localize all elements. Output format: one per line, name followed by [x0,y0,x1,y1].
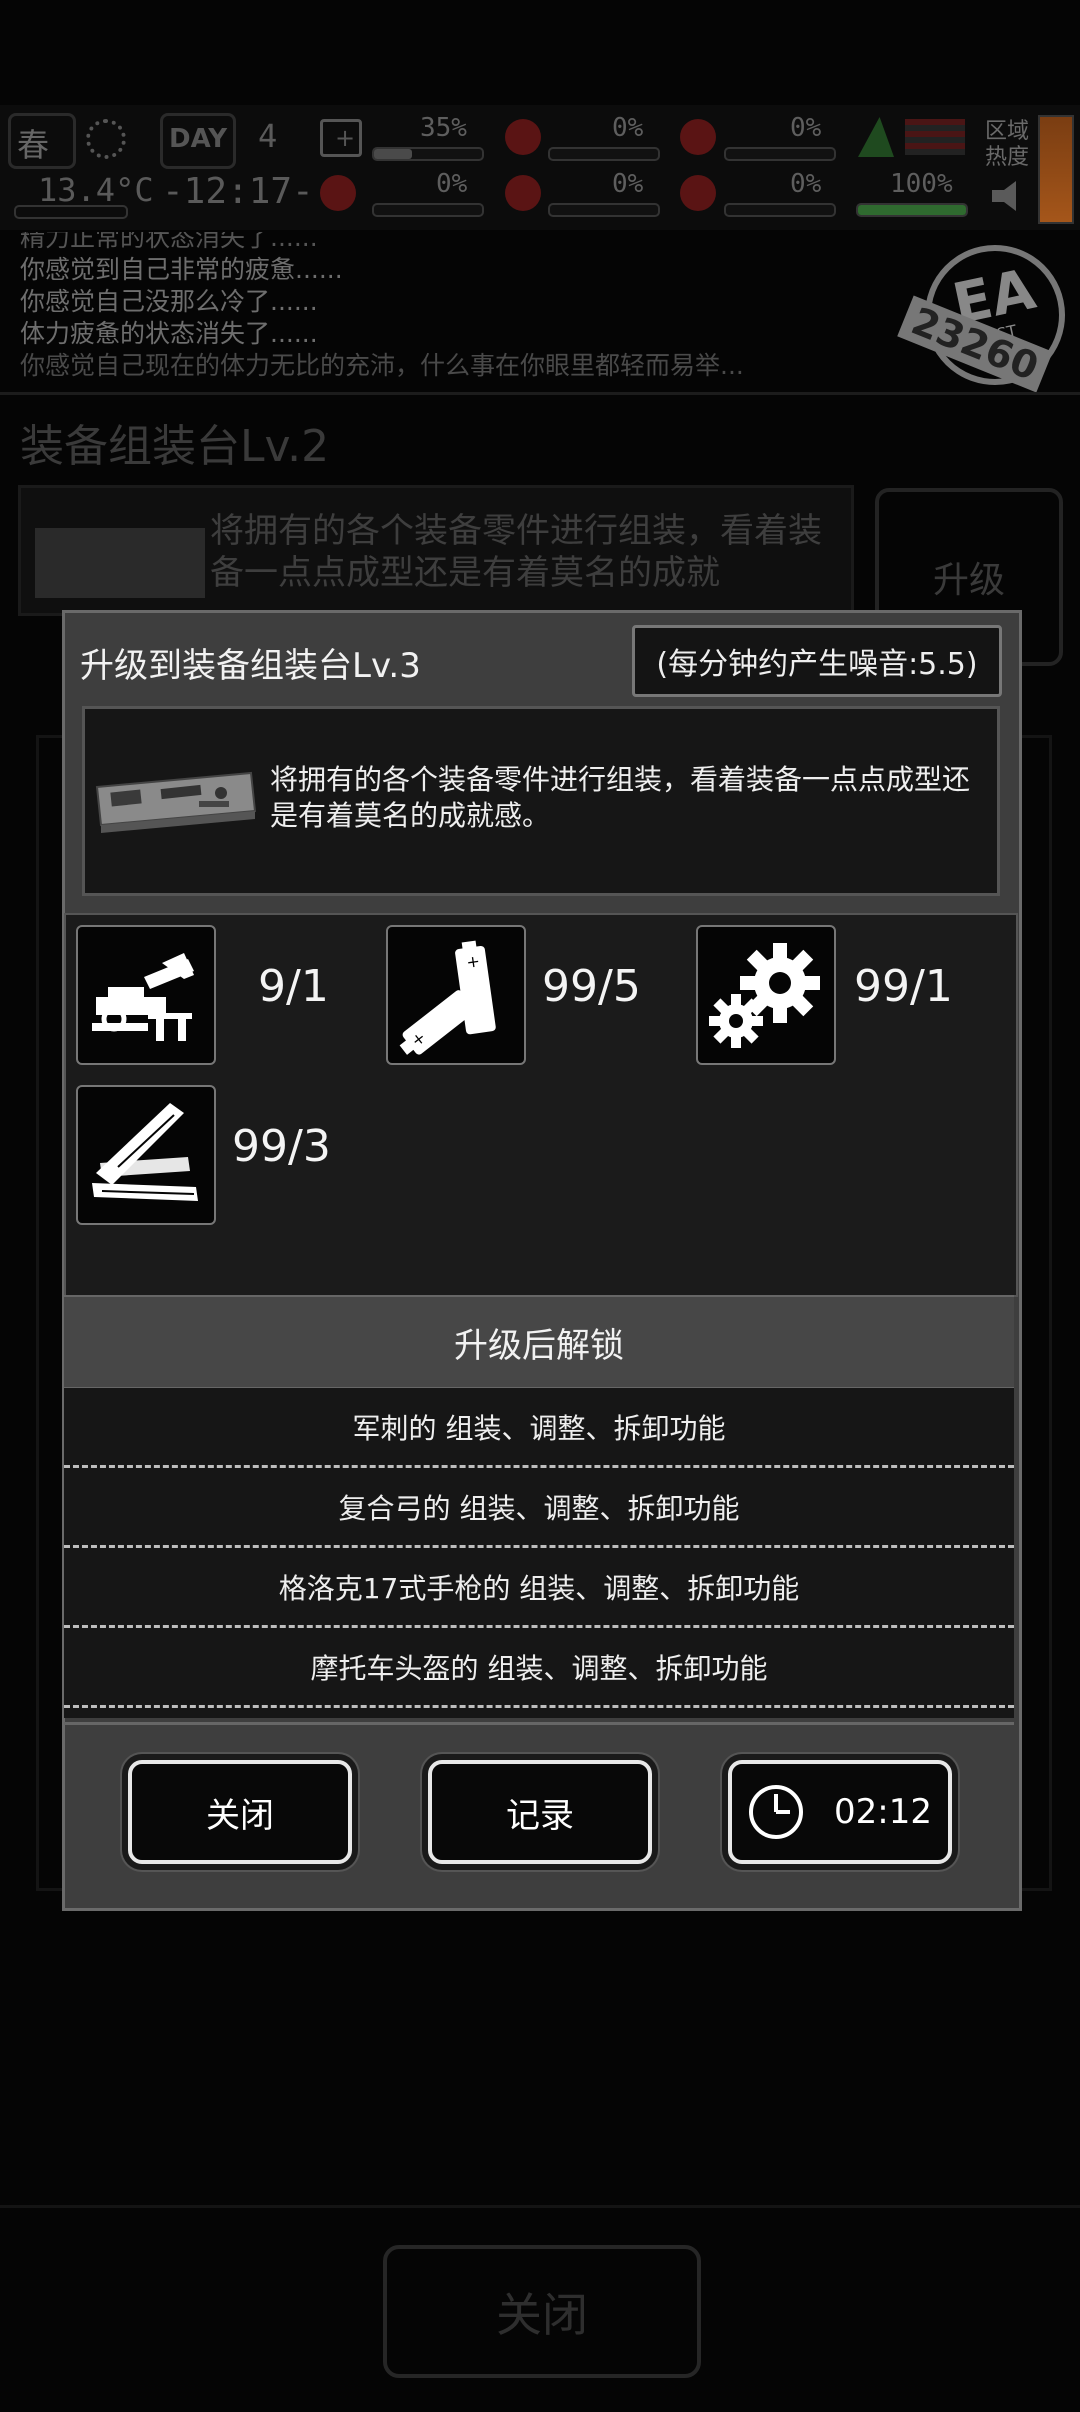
background-bottom-divider [0,2205,1080,2208]
dialog-footer-divider [64,1722,1014,1725]
unlock-list: 军刺的 组装、调整、拆卸功能 复合弓的 组装、调整、拆卸功能 格洛克17式手枪的… [64,1388,1014,1718]
log-line: 你感觉到自己非常的疲惫...... [20,255,343,284]
stat-fill-row1-1 [374,149,412,159]
log-line: 你感觉自己现在的体力无比的充沛，什么事在你眼里都轻而易举... [20,351,744,380]
day-box: DAY [160,113,236,169]
blood-icon [505,175,541,211]
season-label: 春 [17,126,50,164]
material-slot[interactable] [76,925,216,1065]
stamina-icon [858,117,894,157]
dialog-title: 升级到装备组装台Lv.3 [80,646,421,686]
stat-row1-3: 0% [790,113,822,143]
gears-icon [709,943,820,1048]
stat-bar-row1-3 [724,147,836,161]
clock-icon [749,1785,803,1839]
day-number: 4 [258,117,278,155]
zone-heat-meter [1038,115,1074,224]
hunger-icon [505,119,541,155]
stat-row2-2: 0% [612,169,644,199]
season-box: 春 [8,113,76,169]
stat-bar-row1-1 [372,147,484,161]
temperature-readout: 13.4°C [38,171,154,209]
material-slot[interactable] [696,925,836,1065]
unlock-item: 军刺的 组装、调整、拆卸功能 [64,1388,1014,1468]
stat-row2-3: 0% [790,169,822,199]
stress-bars-icon [905,119,965,155]
material-count: 99/5 [542,961,641,1012]
stat-fill-row2-4 [858,205,966,215]
sun-icon [86,119,126,159]
workbench-icon [91,753,261,843]
unlock-item: 格洛克17式手枪的 组装、调整、拆卸功能 [64,1548,1014,1628]
svg-text:+: + [465,951,481,972]
speaker-icon[interactable] [992,181,1016,211]
thirst-icon [680,119,716,155]
material-count: 9/1 [258,961,329,1012]
day-label: DAY [169,124,228,154]
stat-bar-row2-3 [724,203,836,217]
dialog-description: 将拥有的各个装备零件进行组装，看着装备一点点成型还是有着莫名的成就感。 [270,763,971,832]
stat-row2-1: 0% [436,169,468,199]
stat-bar-row1-2 [548,147,660,161]
stat-bar-row2-1 [372,203,484,217]
material-slot[interactable]: + + [386,925,526,1065]
stat-row2-4: 100% [890,169,953,199]
fatigue-icon [320,175,356,211]
material-count: 99/1 [854,961,953,1012]
medkit-icon: + [320,119,362,157]
stat-row1-2: 0% [612,113,644,143]
timer-value: 02:12 [834,1792,932,1832]
materials-panel: 9/1 + + 99/5 99/1 99/3 [64,913,1018,1297]
log-line: 你感觉自己没那么冷了...... [20,287,318,316]
status-hud: 春 DAY 4 13.4°C -12:17- + 35% 0% 0% 0% 0%… [0,105,1080,230]
background-close-button[interactable]: 关闭 [383,2245,701,2378]
stat-bar-row2-2 [548,203,660,217]
zone-heat-label: 区域 热度 [985,119,1030,170]
wood-planks-icon [92,1103,198,1201]
background-divider [0,392,1080,395]
record-button[interactable]: 记录 [428,1760,652,1864]
timer-button[interactable]: 02:12 [728,1760,952,1864]
noise-indicator: (每分钟约产生噪音:5.5) [632,625,1002,697]
material-slot[interactable] [76,1085,216,1225]
unlock-item: 复合弓的 组装、调整、拆卸功能 [64,1468,1014,1548]
stat-row1-1: 35% [420,113,467,143]
material-count: 99/3 [232,1121,331,1172]
battery-icon: + + [399,940,496,1055]
unlock-heading: 升级后解锁 [64,1295,1014,1389]
log-line: 体力疲惫的状态消失了...... [20,319,318,348]
workbench-image [35,528,205,598]
workbench-description: 将拥有的各个装备零件进行组装，看着装备一点点成型还是有着莫名的成就 [210,511,822,593]
workbench-title: 装备组装台Lv.2 [20,421,330,472]
vise-icon [92,953,194,1041]
clock-readout: -12:17- [162,171,314,212]
temperature-gauge [14,205,128,219]
health-heart-icon [680,175,716,211]
unlock-item: 摩托车头盔的 组装、调整、拆卸功能 [64,1628,1014,1708]
stat-bar-row2-4 [856,203,968,217]
close-button[interactable]: 关闭 [128,1760,352,1864]
